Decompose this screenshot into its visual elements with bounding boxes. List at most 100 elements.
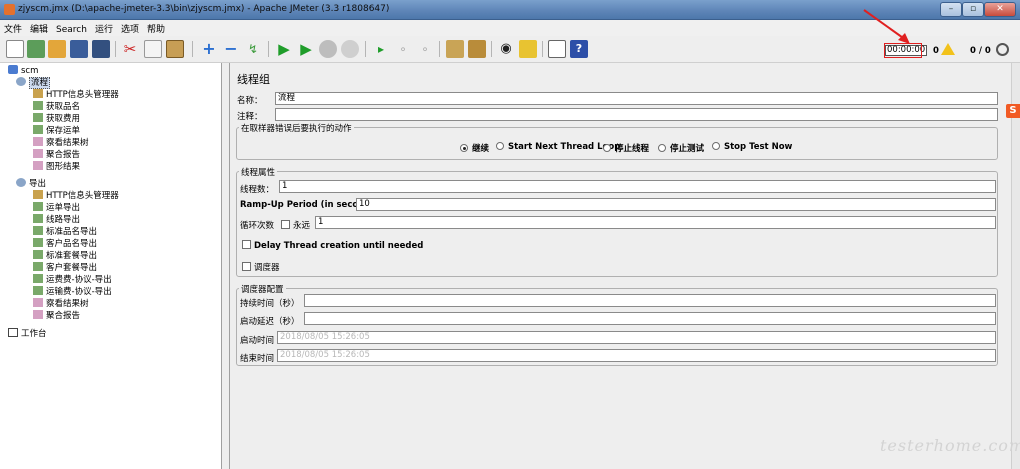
tree-item[interactable]: HTTP信息头管理器: [33, 89, 119, 101]
new-file-icon[interactable]: [6, 40, 24, 58]
tree-item[interactable]: HTTP信息头管理器: [33, 190, 119, 202]
workbench-icon: [8, 328, 18, 337]
thread-group-panel: 线程组 名称： 流程 注释： 在取样器错误后要执行的动作 继续 Start Ne…: [231, 63, 1020, 469]
rampup-field[interactable]: 10: [356, 198, 996, 211]
delay-thread-checkbox[interactable]: Delay Thread creation until needed: [242, 240, 423, 251]
radio-stop-thread[interactable]: 停止线程: [603, 142, 649, 154]
help-icon[interactable]: ?: [570, 40, 588, 58]
tree-item[interactable]: 获取品名: [33, 101, 80, 113]
thread-group-icon: [16, 77, 26, 86]
paste-icon[interactable]: [166, 40, 184, 58]
radio-next-loop[interactable]: Start Next Thread Loop: [496, 142, 620, 152]
stop-icon[interactable]: [319, 40, 337, 58]
search-icon[interactable]: ◉: [497, 40, 515, 58]
forever-checkbox[interactable]: 永远: [281, 219, 310, 231]
tree-item[interactable]: 运费费-协议-导出: [33, 274, 112, 286]
warning-icon[interactable]: [941, 43, 955, 55]
tree-item[interactable]: 聚合报告: [33, 310, 80, 322]
panel-scrollbar[interactable]: [1011, 63, 1020, 469]
menu-help[interactable]: 帮助: [143, 20, 169, 37]
listener-icon: [33, 298, 43, 307]
menu-file[interactable]: 文件: [0, 20, 26, 37]
start-icon[interactable]: ▶: [275, 40, 293, 58]
side-widget-icon[interactable]: S: [1006, 104, 1020, 118]
thread-group-icon: [16, 178, 26, 187]
loop-count-field[interactable]: 1: [315, 216, 996, 229]
tree-item[interactable]: 获取费用: [33, 113, 80, 125]
menu-run[interactable]: 运行: [91, 20, 117, 37]
sampler-icon: [33, 262, 43, 271]
minimize-button[interactable]: –: [940, 2, 962, 17]
start-no-pauses-icon[interactable]: ▶: [297, 40, 315, 58]
tree-item[interactable]: 察看结果树: [33, 298, 89, 310]
remote-stop-icon[interactable]: ∘: [394, 40, 412, 58]
jmeter-app-icon: [4, 4, 15, 15]
templates-icon[interactable]: [27, 40, 45, 58]
window-title: zjyscm.jmx (D:\apache-jmeter-3.3\bin\zjy…: [18, 4, 390, 14]
save-as-icon[interactable]: [92, 40, 110, 58]
expand-all-icon[interactable]: +: [200, 40, 218, 58]
shutdown-icon[interactable]: [341, 40, 359, 58]
comment-label: 注释：: [237, 112, 263, 122]
tree-item[interactable]: 运单导出: [33, 202, 80, 214]
watermark: testerhome.com: [880, 436, 1020, 455]
annotation-highlight-box: [884, 43, 922, 58]
function-helper-icon[interactable]: [548, 40, 566, 58]
radio-stop-now[interactable]: Stop Test Now: [712, 142, 792, 152]
pane-splitter[interactable]: [222, 63, 230, 469]
start-time-field[interactable]: 2018/08/05 15:26:05: [277, 331, 996, 344]
tree-item[interactable]: 图形结果: [33, 161, 80, 173]
menu-search[interactable]: Search: [52, 23, 91, 37]
end-time-field[interactable]: 2018/08/05 15:26:05: [277, 349, 996, 362]
sampler-icon: [33, 113, 43, 122]
maximize-button[interactable]: ▫: [962, 2, 984, 17]
sampler-icon: [33, 274, 43, 283]
startup-delay-field[interactable]: [304, 312, 996, 325]
page-title: 线程组: [237, 73, 270, 86]
close-button[interactable]: ✕: [984, 2, 1016, 17]
open-folder-icon[interactable]: [48, 40, 66, 58]
tree-group-1[interactable]: 流程: [16, 77, 51, 89]
tree-item[interactable]: 客户品名导出: [33, 238, 97, 250]
tree-item[interactable]: 察看结果树: [33, 137, 89, 149]
comment-field[interactable]: [275, 108, 998, 121]
clear-icon[interactable]: [446, 40, 464, 58]
remote-exit-icon[interactable]: ∘: [416, 40, 434, 58]
save-icon[interactable]: [70, 40, 88, 58]
radio-stop-test[interactable]: 停止测试: [658, 142, 704, 154]
tree-item[interactable]: 标准品名导出: [33, 226, 97, 238]
listener-icon: [33, 161, 43, 170]
toggle-icon[interactable]: ↯: [244, 40, 262, 58]
copy-icon[interactable]: [144, 40, 162, 58]
cut-icon[interactable]: ✂: [121, 40, 139, 58]
tree-item[interactable]: 线路导出: [33, 214, 80, 226]
tree-item[interactable]: 客户套餐导出: [33, 262, 97, 274]
clear-all-icon[interactable]: [468, 40, 486, 58]
annotation-arrow-icon: [863, 9, 910, 44]
tree-item[interactable]: 聚合报告: [33, 149, 80, 161]
radio-continue[interactable]: 继续: [460, 142, 489, 154]
sampler-icon: [33, 101, 43, 110]
threads-field[interactable]: 1: [279, 180, 996, 193]
threads-label: 线程数：: [240, 185, 275, 195]
tree-workbench[interactable]: 工作台: [8, 328, 47, 340]
scheduler-legend: 调度器配置: [239, 283, 286, 295]
menu-edit[interactable]: 编辑: [26, 20, 52, 37]
tree-item[interactable]: 运输费-协议-导出: [33, 286, 112, 298]
duration-field[interactable]: [304, 294, 996, 307]
reset-search-icon[interactable]: [519, 40, 537, 58]
name-field[interactable]: 流程: [275, 92, 998, 105]
tree-item[interactable]: 标准套餐导出: [33, 250, 97, 262]
collapse-all-icon[interactable]: −: [222, 40, 240, 58]
sampler-icon: [33, 226, 43, 235]
remote-start-icon[interactable]: ▸: [372, 40, 390, 58]
menu-options[interactable]: 选项: [117, 20, 143, 37]
tree-item[interactable]: 保存运单: [33, 125, 80, 137]
scheduler-checkbox[interactable]: 调度器: [242, 261, 280, 273]
header-manager-icon: [33, 190, 43, 199]
start-time-label: 启动时间: [240, 336, 275, 346]
tree-group-2[interactable]: 导出: [16, 178, 46, 190]
test-plan-tree[interactable]: scm 流程 HTTP信息头管理器 获取品名 获取费用 保存运单 察看结果树 聚…: [0, 63, 222, 469]
end-time-label: 结束时间: [240, 354, 275, 364]
tree-root[interactable]: scm: [8, 65, 38, 77]
